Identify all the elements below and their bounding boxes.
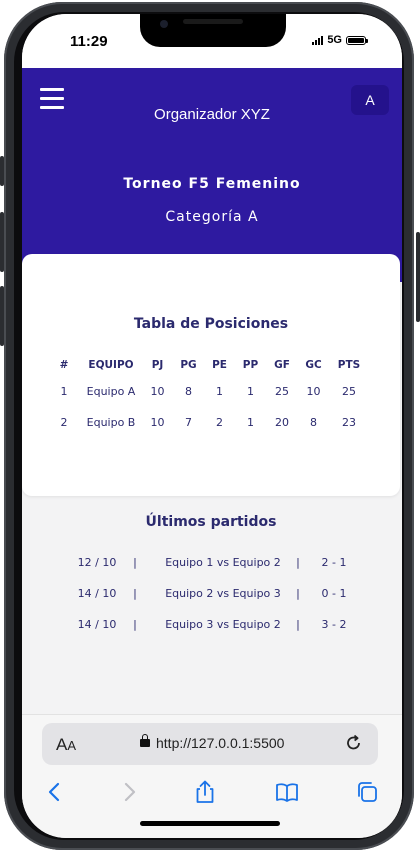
table-cell: 10: [150, 385, 165, 398]
column-header: PE: [212, 359, 227, 371]
share-icon[interactable]: [192, 779, 218, 805]
standings-card: Tabla de Posiciones # EQUIPO PJ PG PE PP…: [22, 254, 400, 496]
recent-matches-title: Últimos partidos: [145, 514, 277, 530]
table-cell: 7: [185, 416, 192, 429]
back-icon[interactable]: [42, 779, 68, 805]
table-cell: 10: [306, 385, 321, 398]
app-header: Organizador XYZ A Torneo F5 Femenino Cat…: [22, 68, 402, 282]
match-date: 14 / 10: [77, 618, 117, 631]
separator: |: [133, 556, 137, 569]
table-cell: 2: [216, 416, 223, 429]
reload-icon[interactable]: [344, 733, 364, 753]
match-item: 14 / 10 | Equipo 3 vs Equipo 2 | 3 - 2: [22, 618, 400, 638]
table-cell: Equipo B: [86, 416, 136, 429]
bookmarks-icon[interactable]: [274, 779, 300, 805]
separator: |: [133, 587, 137, 600]
status-indicators: 5G: [312, 34, 368, 46]
separator: |: [296, 618, 300, 631]
column-header: PG: [180, 359, 197, 371]
url-text: http://127.0.0.1:5500: [156, 735, 285, 751]
separator: |: [296, 587, 300, 600]
table-cell: 20: [275, 416, 289, 429]
match-teams: Equipo 1 vs Equipo 2: [165, 556, 281, 569]
match-item: 12 / 10 | Equipo 1 vs Equipo 2 | 2 - 1: [22, 556, 400, 576]
signal-icon: [312, 35, 324, 45]
table-cell: 8: [310, 416, 317, 429]
column-header: GC: [305, 359, 322, 371]
separator: |: [133, 618, 137, 631]
column-header: PTS: [337, 359, 361, 371]
lock-icon: [140, 734, 150, 747]
address-bar[interactable]: AA http://127.0.0.1:5500: [42, 723, 378, 765]
table-cell: 1: [247, 385, 254, 398]
table-cell: 25: [342, 385, 356, 398]
power-button: [416, 232, 420, 322]
separator: |: [296, 556, 300, 569]
match-score: 2 - 1: [321, 556, 347, 569]
match-teams: Equipo 3 vs Equipo 2: [165, 618, 281, 631]
speaker-grille: [183, 19, 243, 24]
table-header-row: # EQUIPO PJ PG PE PP GF GC PTS: [48, 354, 369, 376]
match-score: 3 - 2: [321, 618, 347, 631]
match-date: 14 / 10: [77, 587, 117, 600]
match-teams: Equipo 2 vs Equipo 3: [165, 587, 281, 600]
match-date: 12 / 10: [77, 556, 117, 569]
table-cell: 23: [342, 416, 356, 429]
home-indicator[interactable]: [140, 821, 280, 826]
organizer-name: Organizador XYZ: [154, 106, 270, 123]
table-cell: 2: [60, 416, 68, 429]
battery-icon: [346, 35, 368, 45]
table-cell: 1: [60, 385, 68, 398]
match-item: 14 / 10 | Equipo 2 vs Equipo 3 | 0 - 1: [22, 587, 400, 607]
table-cell: 1: [216, 385, 223, 398]
status-time: 11:29: [70, 33, 108, 50]
table-row: 1 Equipo A 10 8 1 1 25 10 25: [48, 376, 369, 407]
notch: [140, 14, 286, 47]
phone-screen: 11:29 5G Organizador XYZ A Torneo F5 Fem…: [22, 14, 402, 838]
category-label: Categoría A: [165, 209, 259, 225]
table-cell: Equipo A: [86, 385, 136, 398]
column-header: PP: [242, 359, 259, 371]
column-header: PJ: [151, 359, 164, 371]
tournament-title: Torneo F5 Femenino: [123, 176, 301, 192]
table-cell: 10: [150, 416, 165, 429]
column-header: #: [59, 359, 69, 371]
column-header: EQUIPO: [88, 359, 134, 371]
tabs-icon[interactable]: [354, 779, 380, 805]
user-avatar-button[interactable]: A: [351, 85, 389, 115]
browser-toolbar: AA http://127.0.0.1:5500: [22, 714, 402, 838]
text-size-button[interactable]: AA: [56, 735, 76, 755]
match-score: 0 - 1: [321, 587, 347, 600]
table-cell: 25: [275, 385, 289, 398]
camera-icon: [160, 20, 168, 28]
column-header: GF: [274, 359, 290, 371]
table-cell: 1: [247, 416, 254, 429]
standings-title: Tabla de Posiciones: [133, 316, 289, 332]
standings-table: # EQUIPO PJ PG PE PP GF GC PTS 1 Equipo …: [48, 354, 369, 438]
table-cell: 8: [185, 385, 192, 398]
forward-icon[interactable]: [116, 779, 142, 805]
table-row: 2 Equipo B 10 7 2 1 20 8 23: [48, 407, 369, 438]
network-type: 5G: [327, 34, 342, 46]
